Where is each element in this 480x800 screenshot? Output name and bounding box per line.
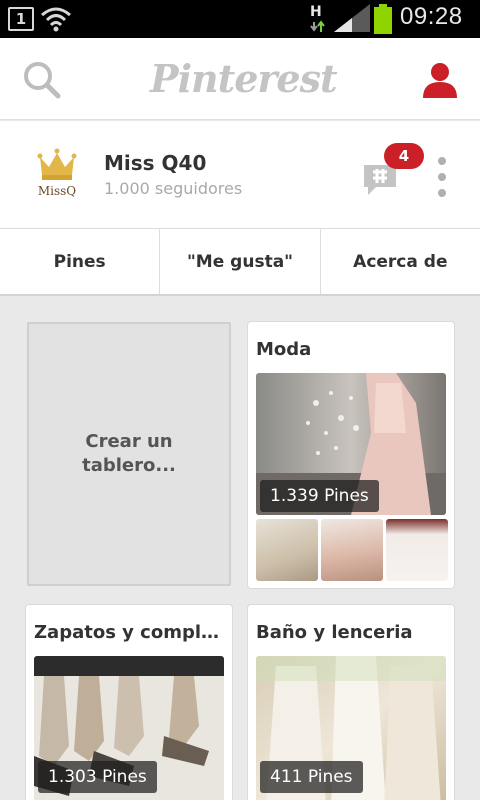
board-card-moda[interactable]: Moda 1.339 Pines [247,321,455,589]
screen: 1 H 09:28 Pinterest MissQ Miss Q40 1.000… [0,0,480,800]
board-pin-count: 1.339 Pines [260,480,379,512]
board-pin-count: 1.303 Pines [38,761,157,793]
wifi-icon [41,7,71,32]
board-card-zapatos[interactable]: Zapatos y complem... 1.303 Pines [25,604,233,800]
app-header: Pinterest [0,38,480,120]
battery-icon [374,4,392,34]
create-board-label: Crear un tablero... [82,431,176,476]
profile-tabs: Pines "Me gusta" Acerca de [0,229,480,296]
svg-text:H: H [310,4,322,20]
user-icon[interactable] [420,60,460,100]
board-card-bano-lenceria[interactable]: Baño y lenceria 411 Pines [247,604,455,800]
crown-logo-icon: MissQ [22,137,92,207]
profile-name: Miss Q40 [104,151,207,175]
board-pin-count: 411 Pines [260,761,363,793]
board-thumbnail [321,519,383,581]
clock: 09:28 [400,3,463,30]
more-options-icon[interactable] [432,157,452,201]
tab-about[interactable]: Acerca de [321,229,480,294]
svg-text:MissQ: MissQ [38,184,76,198]
network-type-icon: H [310,4,325,32]
avatar[interactable]: MissQ [22,137,92,207]
board-thumbnail [386,519,448,581]
profile-header: MissQ Miss Q40 1.000 seguidores 4 [0,121,480,229]
notification-icon: 1 [8,7,34,31]
create-board-button[interactable]: Crear un tablero... [27,322,231,586]
board-title: Zapatos y complem... [34,622,228,643]
message-badge: 4 [384,143,424,169]
pinterest-logo: Pinterest [150,56,338,101]
tab-likes[interactable]: "Me gusta" [160,229,321,294]
board-title: Baño y lenceria [256,622,413,643]
signal-icon [334,4,370,32]
tab-pins[interactable]: Pines [0,229,161,294]
status-bar: 1 H 09:28 [0,0,480,38]
board-thumbnail [256,519,318,581]
follower-count[interactable]: 1.000 seguidores [104,179,242,198]
search-icon[interactable] [22,60,62,100]
board-title: Moda [256,339,312,360]
